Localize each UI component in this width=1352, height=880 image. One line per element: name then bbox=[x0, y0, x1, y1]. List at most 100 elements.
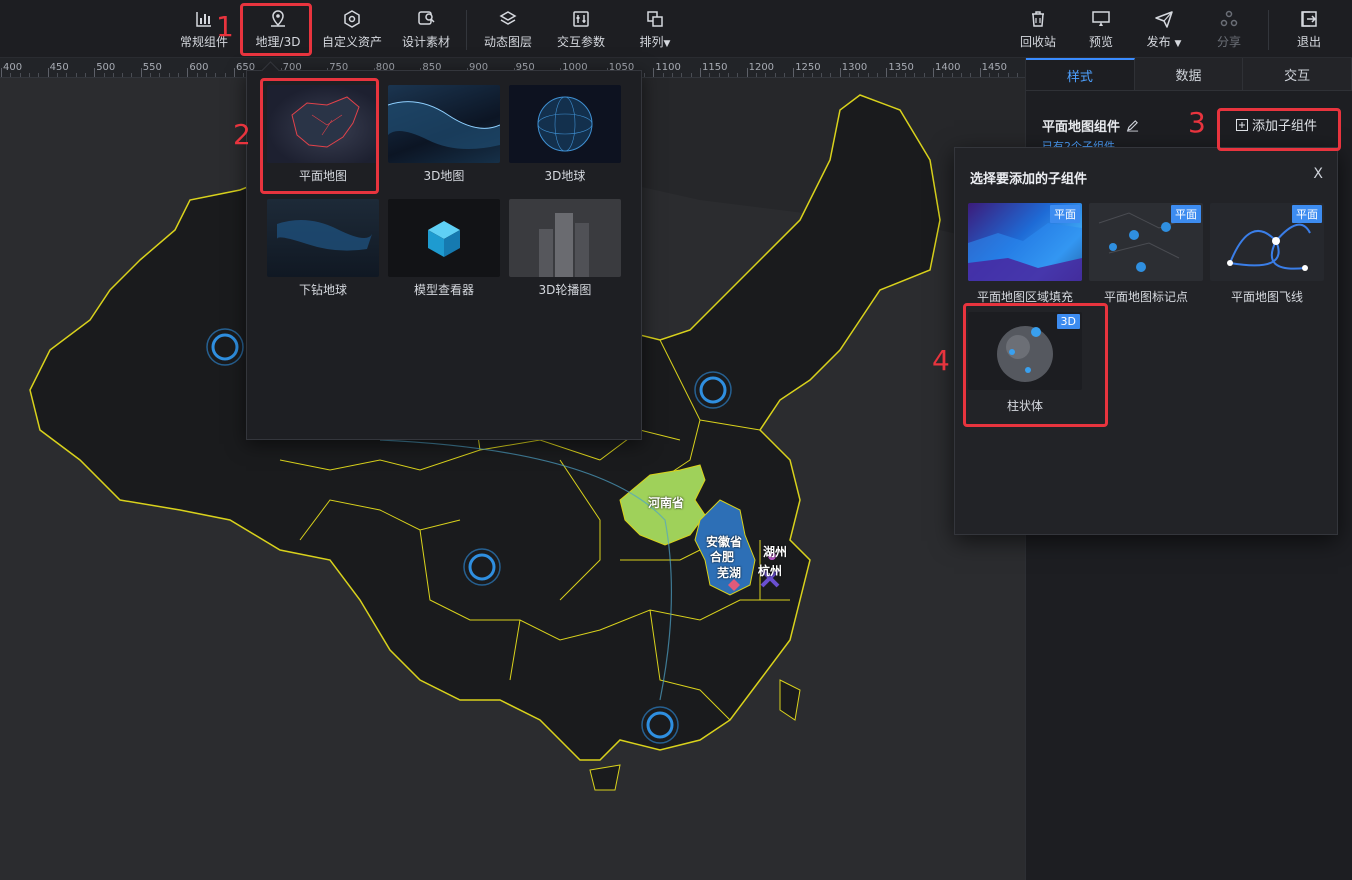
3d-map-label: 3D地图 bbox=[423, 169, 465, 183]
dialog-title: 选择要添加的子组件 bbox=[970, 172, 1088, 187]
ruler-tick-label: 1300 bbox=[841, 62, 868, 73]
ruler-minor-tick bbox=[877, 73, 879, 77]
arrange-button[interactable]: 排列▼ bbox=[628, 0, 682, 58]
toolbar-divider bbox=[466, 10, 467, 50]
model-viewer-label: 模型查看器 bbox=[413, 283, 474, 297]
preview-icon bbox=[1092, 10, 1110, 26]
sliders-icon bbox=[573, 10, 589, 27]
badge-flat: 平面 bbox=[1050, 205, 1080, 223]
tab-interaction[interactable]: 交互 bbox=[1243, 58, 1352, 90]
share-button[interactable]: 分享 bbox=[1204, 0, 1254, 58]
geo-item-3d-carousel[interactable]: 3D轮播图 bbox=[509, 199, 621, 303]
preview-button[interactable]: 预览 bbox=[1076, 0, 1126, 58]
marker-points-label: 平面地图标记点 bbox=[1103, 290, 1188, 304]
ruler-major-tick bbox=[746, 68, 748, 77]
ruler-major-tick bbox=[234, 68, 235, 77]
ruler-tick-label: 550 bbox=[142, 62, 162, 73]
ruler-minor-tick bbox=[718, 73, 720, 77]
exit-button[interactable]: 退出 bbox=[1284, 0, 1334, 58]
share-label: 分享 bbox=[1216, 34, 1241, 49]
ruler-minor-tick bbox=[112, 73, 114, 77]
child-item-marker-points[interactable]: 平面 平面地图标记点 bbox=[1089, 203, 1203, 305]
dynamic-layers-button[interactable]: 动态图层 bbox=[480, 0, 536, 58]
ruler-minor-tick bbox=[858, 73, 860, 77]
region-fill-thumbnail: 平面 bbox=[968, 203, 1082, 281]
ruler-minor-tick bbox=[830, 73, 832, 77]
close-icon[interactable]: X bbox=[1313, 166, 1323, 182]
ruler-tick-label: 450 bbox=[49, 62, 69, 73]
ruler-major-tick bbox=[187, 68, 189, 77]
step-number-3: 3 bbox=[1188, 106, 1206, 139]
tab-data[interactable]: 数据 bbox=[1134, 58, 1244, 90]
marker-points-thumbnail: 平面 bbox=[1089, 203, 1203, 281]
ruler-minor-tick bbox=[951, 73, 953, 77]
fly-lines-thumbnail: 平面 bbox=[1210, 203, 1324, 281]
ruler-minor-tick bbox=[56, 73, 58, 77]
hefei-label: 合肥 bbox=[710, 550, 735, 564]
bar-chart-icon bbox=[196, 11, 211, 27]
ruler-major-tick bbox=[47, 68, 49, 77]
recycle-bin-label: 回收站 bbox=[1019, 34, 1056, 49]
ruler-major-tick bbox=[1, 68, 2, 77]
ruler-major-tick bbox=[140, 68, 142, 77]
ruler-minor-tick bbox=[690, 73, 692, 77]
ruler-minor-tick bbox=[28, 73, 30, 77]
hexagon-icon bbox=[344, 9, 360, 28]
publish-button[interactable]: 发布 ▼ bbox=[1136, 0, 1192, 58]
ruler-minor-tick bbox=[84, 73, 86, 77]
exit-icon bbox=[1301, 10, 1317, 27]
dynamic-layers-label: 动态图层 bbox=[483, 34, 532, 49]
henan-label: 河南省 bbox=[648, 496, 685, 510]
publish-label: 发布 ▼ bbox=[1146, 34, 1182, 49]
share-icon bbox=[1220, 10, 1238, 26]
ruler-minor-tick bbox=[681, 73, 683, 77]
interaction-params-button[interactable]: 交互参数 bbox=[553, 0, 609, 58]
ruler-minor-tick bbox=[122, 73, 124, 77]
ruler-minor-tick bbox=[867, 73, 869, 77]
3d-carousel-thumbnail bbox=[509, 199, 621, 277]
ruler-minor-tick bbox=[131, 73, 133, 77]
recycle-bin-button[interactable]: 回收站 bbox=[1012, 0, 1064, 58]
edit-pencil-icon[interactable] bbox=[1126, 119, 1139, 132]
tab-style[interactable]: 样式 bbox=[1026, 58, 1135, 90]
child-item-region-fill[interactable]: 平面 平面地图区域填充 bbox=[968, 203, 1082, 305]
send-icon bbox=[1155, 10, 1173, 28]
ruler-major-tick bbox=[979, 68, 981, 77]
custom-assets-label: 自定义资产 bbox=[321, 34, 382, 49]
ruler-minor-tick bbox=[178, 73, 180, 77]
ruler-minor-tick bbox=[10, 73, 12, 77]
ruler-major-tick bbox=[886, 68, 888, 77]
top-toolbar: 常规组件 地理/3D 自定义资产 设计素材 动态图层 交互参数 排列▼ 回收站 … bbox=[0, 0, 1352, 58]
ruler-minor-tick bbox=[168, 73, 170, 77]
highlight-box-step-2 bbox=[260, 78, 379, 194]
ruler-minor-tick bbox=[243, 73, 245, 77]
geo-item-3d-globe[interactable]: 3D地球 bbox=[509, 85, 621, 189]
ruler-minor-tick bbox=[159, 73, 161, 77]
ruler-major-tick bbox=[793, 68, 795, 77]
step-number-4: 4 bbox=[932, 344, 950, 377]
ruler-major-tick bbox=[933, 68, 934, 77]
step-number-2: 2 bbox=[233, 118, 251, 151]
highlight-box-step-3 bbox=[1217, 108, 1341, 151]
child-item-fly-lines[interactable]: 平面 平面地图飞线 bbox=[1210, 203, 1324, 305]
3d-globe-thumbnail bbox=[509, 85, 621, 163]
ruler-minor-tick bbox=[783, 73, 785, 77]
drill-globe-label: 下钻地球 bbox=[298, 283, 347, 297]
design-materials-button[interactable]: 设计素材 bbox=[398, 0, 454, 58]
ruler-minor-tick bbox=[765, 73, 767, 77]
ruler-minor-tick bbox=[1016, 73, 1018, 77]
ruler-tick-label: 1200 bbox=[748, 62, 775, 73]
ruler-tick-label: 400 bbox=[3, 62, 23, 73]
ruler-minor-tick bbox=[19, 73, 21, 77]
geo-item-drill-globe[interactable]: 下钻地球 bbox=[267, 199, 379, 303]
ruler-minor-tick bbox=[988, 73, 990, 77]
ruler-minor-tick bbox=[38, 73, 40, 77]
custom-assets-button[interactable]: 自定义资产 bbox=[320, 0, 384, 58]
geo-item-model-viewer[interactable]: 模型查看器 bbox=[388, 199, 500, 303]
geo-item-3d-map[interactable]: 3D地图 bbox=[388, 85, 500, 189]
ruler-tick-label: 1450 bbox=[981, 62, 1008, 73]
arrange-label: 排列▼ bbox=[639, 34, 671, 49]
badge-flat: 平面 bbox=[1292, 205, 1322, 223]
ruler-tick-label: 1350 bbox=[888, 62, 914, 73]
3d-globe-label: 3D地球 bbox=[544, 169, 586, 183]
